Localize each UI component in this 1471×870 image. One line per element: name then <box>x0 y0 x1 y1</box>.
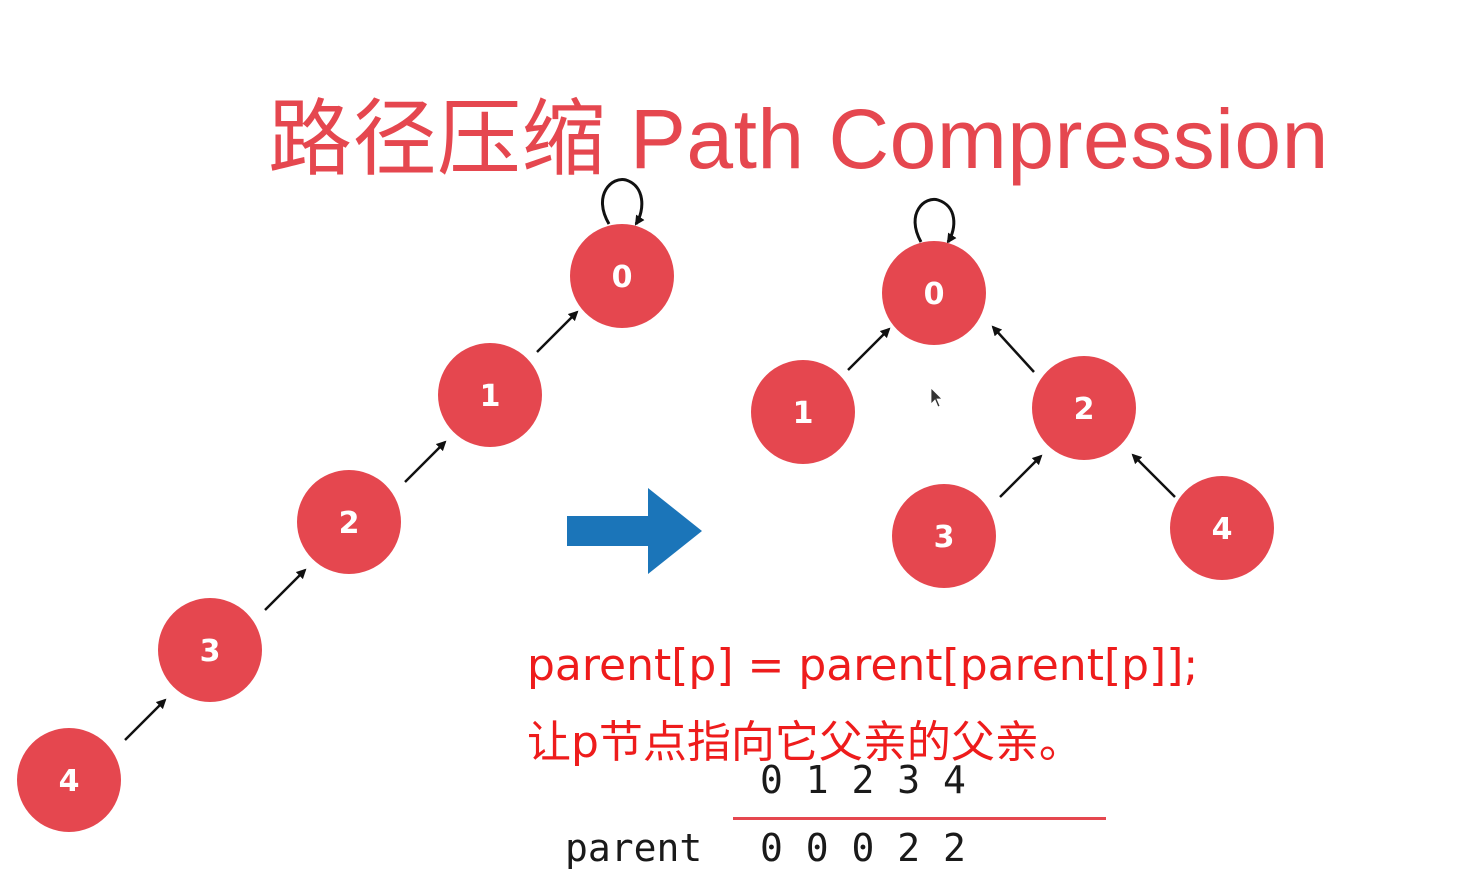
code-line: parent[p] = parent[parent[p]]; <box>527 640 1199 691</box>
root-self-loop-after <box>913 197 957 244</box>
node-1-before: 1 <box>438 343 542 447</box>
node-3-before: 3 <box>158 598 262 702</box>
node-4-before: 4 <box>17 728 121 832</box>
after-tree: 0 1 2 3 4 <box>751 197 1274 588</box>
svg-text:4: 4 <box>59 764 80 799</box>
node-3-after: 3 <box>892 484 996 588</box>
mouse-cursor-icon <box>930 387 943 408</box>
node-1-after: 1 <box>751 360 855 464</box>
edge-2-0-after <box>991 325 1035 373</box>
svg-text:2: 2 <box>339 506 360 541</box>
svg-text:2: 2 <box>1074 392 1095 427</box>
edge-3-2 <box>264 568 307 611</box>
edge-4-2-after <box>1131 453 1176 498</box>
edge-1-0-after <box>847 327 891 371</box>
edge-2-1 <box>404 440 447 483</box>
index-row: 0 1 2 3 4 <box>760 758 966 802</box>
parent-row-label: parent <box>565 826 703 870</box>
node-2-after: 2 <box>1032 356 1136 460</box>
svg-text:3: 3 <box>200 634 221 669</box>
node-0-after: 0 <box>882 241 986 345</box>
parent-row: parent 0 0 0 2 2 <box>565 826 966 870</box>
edge-4-3 <box>124 698 167 741</box>
node-2-before: 2 <box>297 470 401 574</box>
svg-text:1: 1 <box>480 379 501 414</box>
svg-text:4: 4 <box>1212 512 1233 547</box>
edge-1-0 <box>536 310 579 353</box>
parent-row-values: 0 0 0 2 2 <box>760 826 966 870</box>
root-self-loop-before <box>601 178 645 226</box>
node-4-after: 4 <box>1170 476 1274 580</box>
svg-text:3: 3 <box>934 520 955 555</box>
svg-text:0: 0 <box>924 277 945 312</box>
table-divider <box>733 817 1106 820</box>
svg-text:1: 1 <box>793 396 814 431</box>
svg-text:0: 0 <box>612 260 633 295</box>
node-0-before: 0 <box>570 224 674 328</box>
right-arrow-icon <box>567 488 702 574</box>
edge-3-2-after <box>999 454 1043 498</box>
